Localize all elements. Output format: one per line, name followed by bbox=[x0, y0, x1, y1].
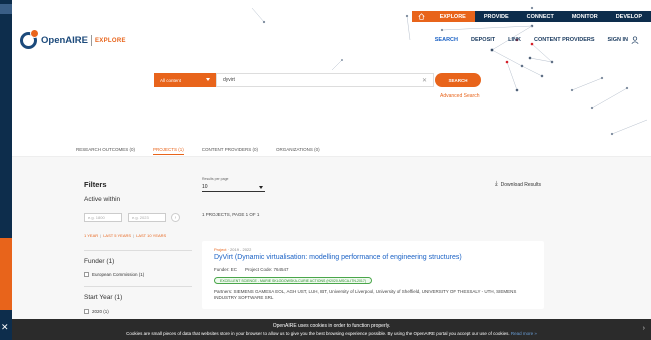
logo-section: EXPLORE bbox=[94, 37, 126, 44]
cookie-banner: OpenAIRE uses cookies in order to functi… bbox=[12, 319, 651, 340]
download-results-button[interactable]: ⤓ Download Results bbox=[495, 181, 541, 188]
tab-projects[interactable]: PROJECTS (1) bbox=[153, 145, 184, 155]
top-nav-develop-label: DEVELOP bbox=[615, 13, 642, 20]
funder-option[interactable]: European Commission (1) bbox=[84, 272, 144, 277]
sign-in-link[interactable]: SIGN IN bbox=[608, 37, 628, 43]
active-within-title: Active within bbox=[84, 196, 121, 203]
sidebar-toggle[interactable] bbox=[0, 4, 12, 14]
result-project-code: Project Code: 764547 bbox=[245, 267, 289, 272]
result-years: 2019 - 2022 bbox=[230, 247, 252, 252]
funder-filter-title[interactable]: Funder (1) bbox=[84, 258, 114, 265]
home-icon bbox=[418, 13, 425, 20]
filter-last-5-years[interactable]: LAST 5 YEARS bbox=[103, 233, 131, 238]
result-tabs: RESEARCH OUTCOMES (0) PROJECTS (1) CONTE… bbox=[76, 145, 651, 155]
result-type: Project · 2019 - 2022 bbox=[214, 247, 251, 252]
top-nav-provide[interactable]: PROVIDE bbox=[474, 11, 518, 22]
filter-last-10-years[interactable]: LAST 10 YEARS bbox=[136, 233, 166, 238]
search-input[interactable]: dyvirt ✕ bbox=[216, 73, 434, 87]
separator: | bbox=[100, 233, 102, 238]
start-year-filter-title[interactable]: Start Year (1) bbox=[84, 294, 122, 301]
chevron-down-icon bbox=[206, 78, 210, 81]
nav-content-providers[interactable]: CONTENT PROVIDERS bbox=[534, 37, 595, 43]
top-nav-develop[interactable]: DEVELOP bbox=[606, 11, 651, 22]
results-per-page-label: Results per page bbox=[202, 177, 229, 181]
year-to-input[interactable]: e.g. 2023 bbox=[128, 213, 166, 222]
logo-mark-icon bbox=[20, 29, 39, 49]
year-from-placeholder: e.g. 1800 bbox=[88, 215, 105, 220]
result-type-label: Project bbox=[214, 247, 227, 252]
result-card: Project · 2019 - 2022 DyVirt (Dynamic vi… bbox=[202, 241, 544, 309]
funder-option-label: European Commission (1) bbox=[92, 272, 145, 277]
result-funder: Funder: EC bbox=[214, 267, 238, 272]
openaire-logo[interactable]: OpenAIRE EXPLORE bbox=[20, 29, 126, 49]
top-nav-monitor[interactable]: MONITOR bbox=[562, 11, 607, 22]
user-icon[interactable] bbox=[631, 36, 639, 44]
top-nav-explore[interactable]: EXPLORE bbox=[430, 11, 475, 22]
results-per-page-select[interactable]: 10 bbox=[202, 183, 265, 192]
nav-deposit[interactable]: DEPOSIT bbox=[471, 37, 495, 43]
programme-badge: EXCELLENT SCIENCE - MARIE SKLODOWSKA-CUR… bbox=[214, 277, 372, 284]
year-from-input[interactable]: e.g. 1800 bbox=[84, 213, 122, 222]
sidebar-accent bbox=[0, 238, 12, 310]
top-nav-connect-label: CONNECT bbox=[526, 13, 554, 20]
filter-divider bbox=[84, 250, 192, 251]
start-year-checkbox[interactable] bbox=[84, 309, 89, 314]
left-sidebar-strip: ✕ bbox=[0, 0, 12, 340]
search-button[interactable]: SEARCH bbox=[435, 73, 481, 87]
top-nav-connect[interactable]: CONNECT bbox=[517, 11, 563, 22]
tab-research-outcomes[interactable]: RESEARCH OUTCOMES (0) bbox=[76, 145, 135, 155]
results-per-page-value: 10 bbox=[202, 184, 208, 190]
result-title-link[interactable]: DyVirt (Dynamic virtualisation: modellin… bbox=[214, 254, 462, 261]
cookie-read-more-link[interactable]: Read more » bbox=[511, 331, 537, 336]
header: EXPLORE PROVIDE CONNECT MONITOR DEVELOP … bbox=[12, 0, 651, 145]
close-icon[interactable]: › bbox=[643, 325, 645, 332]
download-results-label: Download Results bbox=[500, 181, 541, 188]
advanced-search-link[interactable]: Advanced Search bbox=[440, 93, 479, 99]
cookie-line2: Cookies are small pieces of data that we… bbox=[12, 331, 651, 336]
nav-search[interactable]: SEARCH bbox=[435, 37, 458, 43]
close-icon[interactable]: ✕ bbox=[1, 322, 9, 333]
filter-divider bbox=[84, 286, 192, 287]
main-nav: SEARCH DEPOSIT LINK CONTENT PROVIDERS SI… bbox=[422, 36, 639, 44]
top-nav-bar: EXPLORE PROVIDE CONNECT MONITOR DEVELOP bbox=[411, 11, 651, 22]
top-nav-provide-label: PROVIDE bbox=[483, 13, 509, 20]
tab-content-providers[interactable]: CONTENT PROVIDERS (0) bbox=[202, 145, 258, 155]
search-query: dyvirt bbox=[223, 77, 235, 83]
search-category-select[interactable]: All content bbox=[154, 73, 216, 87]
separator: | bbox=[133, 233, 135, 238]
result-partners: Partners: SIEMENS GAMESA EOL, AGH UST, L… bbox=[214, 289, 517, 300]
quick-year-filters: 1 YEAR | LAST 5 YEARS | LAST 10 YEARS bbox=[84, 233, 166, 238]
clear-icon[interactable]: ✕ bbox=[422, 77, 427, 84]
filters-title: Filters bbox=[84, 180, 107, 189]
chevron-right-icon[interactable]: › bbox=[171, 213, 180, 222]
result-meta: Funder: EC Project Code: 764547 bbox=[214, 267, 297, 272]
top-nav-monitor-label: MONITOR bbox=[571, 13, 598, 20]
funder-checkbox[interactable] bbox=[84, 272, 89, 277]
search-bar: All content dyvirt ✕ bbox=[154, 73, 434, 87]
start-year-option[interactable]: 2020 (1) bbox=[84, 309, 109, 314]
download-icon: ⤓ bbox=[495, 181, 498, 187]
logo-separator bbox=[90, 35, 92, 46]
chevron-down-icon bbox=[259, 186, 263, 189]
nav-link[interactable]: LINK bbox=[508, 37, 521, 43]
top-nav-explore-label: EXPLORE bbox=[439, 13, 466, 20]
tab-organizations[interactable]: ORGANIZATIONS (0) bbox=[276, 145, 320, 155]
logo-brand: OpenAIRE bbox=[41, 35, 88, 46]
cookie-line1: OpenAIRE uses cookies in order to functi… bbox=[272, 323, 391, 329]
top-nav-home[interactable] bbox=[411, 11, 431, 22]
search-category-value: All content bbox=[160, 77, 182, 83]
start-year-option-label: 2020 (1) bbox=[92, 309, 109, 314]
results-count: 1 PROJECTS, PAGE 1 OF 1 bbox=[202, 212, 260, 217]
year-to-placeholder: e.g. 2023 bbox=[132, 215, 149, 220]
filter-1-year[interactable]: 1 YEAR bbox=[84, 233, 98, 238]
cookie-line2-text: Cookies are small pieces of data that we… bbox=[126, 331, 510, 336]
